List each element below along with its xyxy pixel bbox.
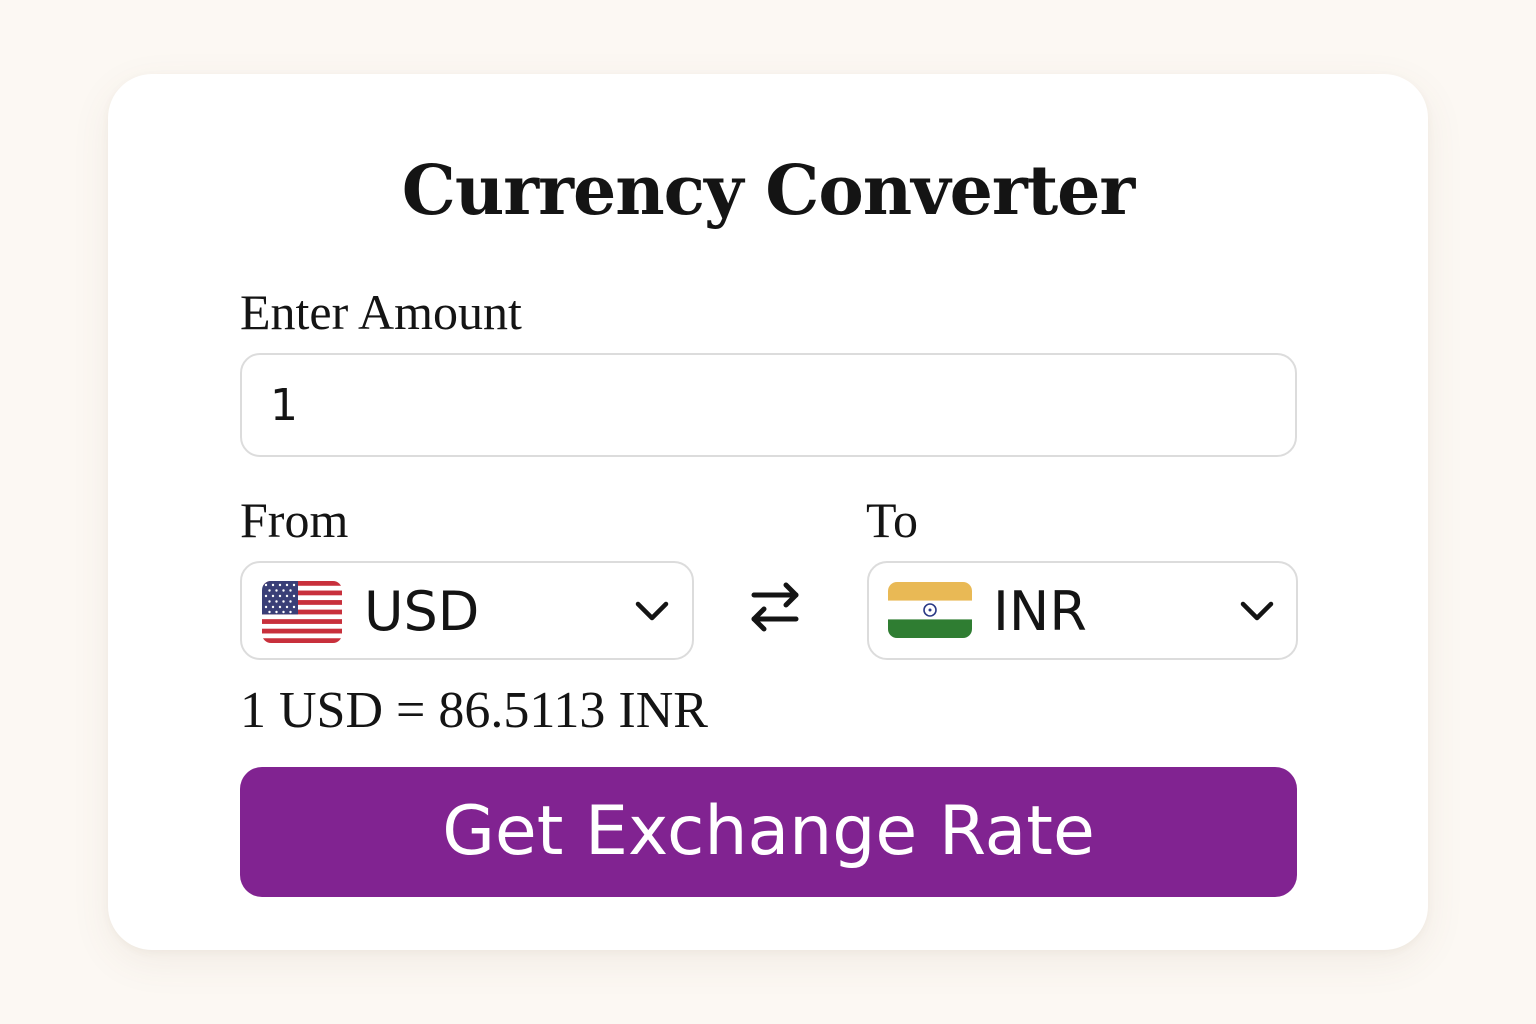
from-label: From [240,492,349,548]
to-label: To [866,492,919,548]
amount-input[interactable] [240,353,1297,457]
from-currency-code: USD [364,580,480,643]
chevron-down-icon [1239,599,1275,623]
get-exchange-rate-button[interactable]: Get Exchange Rate [240,767,1297,897]
swap-arrows-icon[interactable] [746,578,804,636]
to-currency-code: INR [993,580,1087,643]
chevron-down-icon [634,599,670,623]
india-flag-icon [888,582,972,638]
page-title: Currency Converter [401,151,1136,231]
to-currency-select[interactable]: INR [867,561,1298,660]
exchange-rate-result: 1 USD = 86.5113 INR [240,682,708,739]
from-currency-select[interactable]: USD [240,561,694,660]
us-flag-icon [262,581,342,643]
amount-label: Enter Amount [240,284,522,340]
